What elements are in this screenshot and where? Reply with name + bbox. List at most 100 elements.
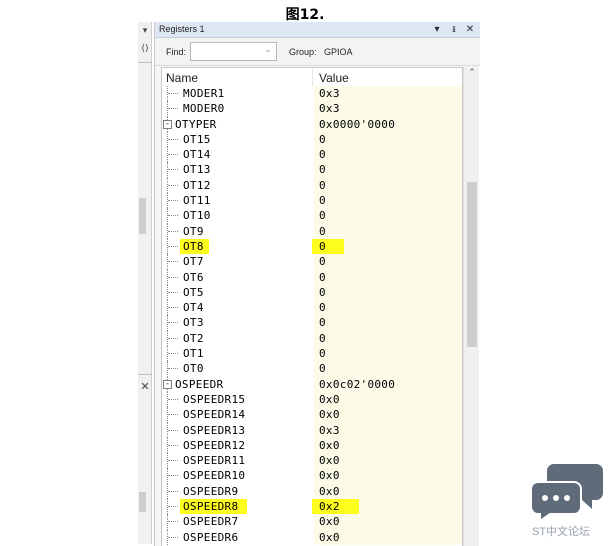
value-cell-background — [314, 131, 462, 148]
register-field-row[interactable]: OSPEEDR7 0x0 — [162, 514, 462, 530]
tree-branch — [168, 215, 178, 217]
window-titlebar: Registers 1 ▾ ᵻ ✕ — [155, 22, 480, 38]
register-value[interactable]: 0 — [319, 225, 326, 238]
register-field-row[interactable]: OT7 0 — [162, 254, 462, 270]
register-field-row[interactable]: OSPEEDR6 0x0 — [162, 529, 462, 545]
register-value[interactable]: 0x0c02'0000 — [319, 378, 395, 391]
register-value[interactable]: 0x0 — [319, 531, 340, 544]
vertical-scrollbar[interactable]: ⌃ — [463, 67, 479, 546]
register-name: OSPEEDR — [175, 377, 224, 391]
registers-toolbar: Find: ⌄ Group: GPIOA — [155, 39, 480, 66]
chevron-down-icon[interactable]: ⌄ — [264, 45, 272, 55]
register-value[interactable]: 0 — [319, 286, 326, 299]
tree-branch — [168, 322, 178, 324]
chevron-up-icon[interactable]: ⌃ — [464, 68, 480, 78]
register-value[interactable]: 0x2 — [319, 500, 340, 513]
find-input[interactable] — [191, 43, 263, 60]
window-title: Registers 1 — [159, 24, 205, 34]
register-field-row[interactable]: MODER0 0x3 — [162, 101, 462, 117]
register-value[interactable]: 0x0 — [319, 515, 340, 528]
register-field-row[interactable]: OT9 0 — [162, 223, 462, 239]
register-value[interactable]: 0 — [319, 209, 326, 222]
register-name: OSPEEDR11 — [183, 454, 246, 468]
strip-scroll-thumb[interactable] — [139, 198, 146, 234]
register-field-row[interactable]: OSPEEDR11 0x0 — [162, 453, 462, 469]
close-icon[interactable]: ✕ — [464, 22, 476, 38]
pin-icon[interactable]: ᵻ — [448, 22, 460, 38]
register-field-row[interactable]: OT15 0 — [162, 131, 462, 148]
register-field-row[interactable]: OT6 0 — [162, 269, 462, 285]
register-value[interactable]: 0 — [319, 347, 326, 360]
close-icon[interactable]: ✕ — [138, 380, 152, 393]
register-field-row[interactable]: OT4 0 — [162, 300, 462, 316]
register-value[interactable]: 0 — [319, 271, 326, 284]
left-docked-pane-strip: ▾ () ✕ — [138, 22, 152, 544]
collapse-toggle-icon[interactable]: - — [163, 379, 172, 389]
tree-branch — [168, 200, 178, 202]
find-combobox[interactable]: ⌄ — [190, 42, 277, 61]
register-value[interactable]: 0x3 — [319, 102, 340, 115]
register-value[interactable]: 0 — [319, 148, 326, 161]
register-field-row[interactable]: OSPEEDR8 0x2 — [162, 499, 462, 515]
register-value[interactable]: 0x0 — [319, 485, 340, 498]
register-field-row[interactable]: OSPEEDR9 0x0 — [162, 483, 462, 500]
register-field-row[interactable]: OT5 0 — [162, 284, 462, 301]
column-header-value[interactable]: Value — [319, 71, 349, 85]
register-value[interactable]: 0 — [319, 179, 326, 192]
register-value[interactable]: 0 — [319, 194, 326, 207]
register-value[interactable]: 0x0 — [319, 408, 340, 421]
value-cell-background — [314, 177, 462, 194]
tree-branch — [168, 521, 178, 523]
register-field-row[interactable]: OSPEEDR15 0x0 — [162, 391, 462, 408]
collapse-toggle-icon[interactable]: - — [163, 119, 172, 129]
column-divider[interactable] — [312, 68, 313, 86]
column-header-name[interactable]: Name — [166, 71, 198, 85]
register-name: OSPEEDR9 — [183, 484, 239, 498]
register-value[interactable]: 0 — [319, 255, 326, 268]
register-field-row[interactable]: MODER1 0x3 — [162, 86, 462, 102]
tree-branch — [168, 490, 178, 492]
register-value[interactable]: 0x0 — [319, 393, 340, 406]
register-field-row[interactable]: OT12 0 — [162, 177, 462, 194]
register-field-row[interactable]: OT2 0 — [162, 330, 462, 347]
register-value[interactable]: 0x0 — [319, 469, 340, 482]
register-value[interactable]: 0x0000'0000 — [319, 118, 395, 131]
register-name: OT8 — [183, 239, 204, 253]
register-value[interactable]: 0x3 — [319, 424, 340, 437]
window-menu-icon[interactable]: ▾ — [431, 22, 443, 38]
register-name: OSPEEDR15 — [183, 392, 246, 406]
register-field-row[interactable]: OT10 0 — [162, 208, 462, 224]
scrollbar-thumb[interactable] — [467, 182, 477, 347]
register-value[interactable]: 0 — [319, 316, 326, 329]
pane-menu-icon[interactable]: ▾ — [138, 26, 152, 36]
register-value[interactable]: 0 — [319, 362, 326, 375]
value-cell-background — [314, 284, 462, 301]
register-group-row[interactable]: - OSPEEDR 0x0c02'0000 — [162, 376, 462, 392]
register-value[interactable]: 0 — [319, 240, 326, 253]
strip-scroll-thumb[interactable] — [139, 492, 146, 512]
register-field-row[interactable]: OSPEEDR13 0x3 — [162, 422, 462, 438]
register-value[interactable]: 0 — [319, 133, 326, 146]
strip-separator — [138, 62, 152, 63]
register-field-row[interactable]: OSPEEDR12 0x0 — [162, 437, 462, 454]
register-field-row[interactable]: OT1 0 — [162, 346, 462, 362]
register-value[interactable]: 0 — [319, 301, 326, 314]
register-value[interactable]: 0x3 — [319, 87, 340, 100]
group-value[interactable]: GPIOA — [324, 47, 353, 57]
register-value[interactable]: 0x0 — [319, 439, 340, 452]
register-name: OT5 — [183, 285, 204, 299]
register-field-row[interactable]: OSPEEDR14 0x0 — [162, 407, 462, 423]
register-value[interactable]: 0 — [319, 163, 326, 176]
register-field-row[interactable]: OT8 0 — [162, 238, 462, 255]
register-field-row[interactable]: OT14 0 — [162, 147, 462, 163]
register-group-row[interactable]: - OTYPER 0x0000'0000 — [162, 116, 462, 132]
register-field-row[interactable]: OT3 0 — [162, 315, 462, 331]
register-field-row[interactable]: OT0 0 — [162, 361, 462, 377]
register-field-row[interactable]: OT13 0 — [162, 162, 462, 178]
register-field-row[interactable]: OT11 0 — [162, 193, 462, 209]
register-field-row[interactable]: OSPEEDR10 0x0 — [162, 468, 462, 484]
tree-branch — [168, 138, 178, 140]
register-value[interactable]: 0x0 — [319, 454, 340, 467]
tree-branch — [168, 337, 178, 339]
register-value[interactable]: 0 — [319, 332, 326, 345]
